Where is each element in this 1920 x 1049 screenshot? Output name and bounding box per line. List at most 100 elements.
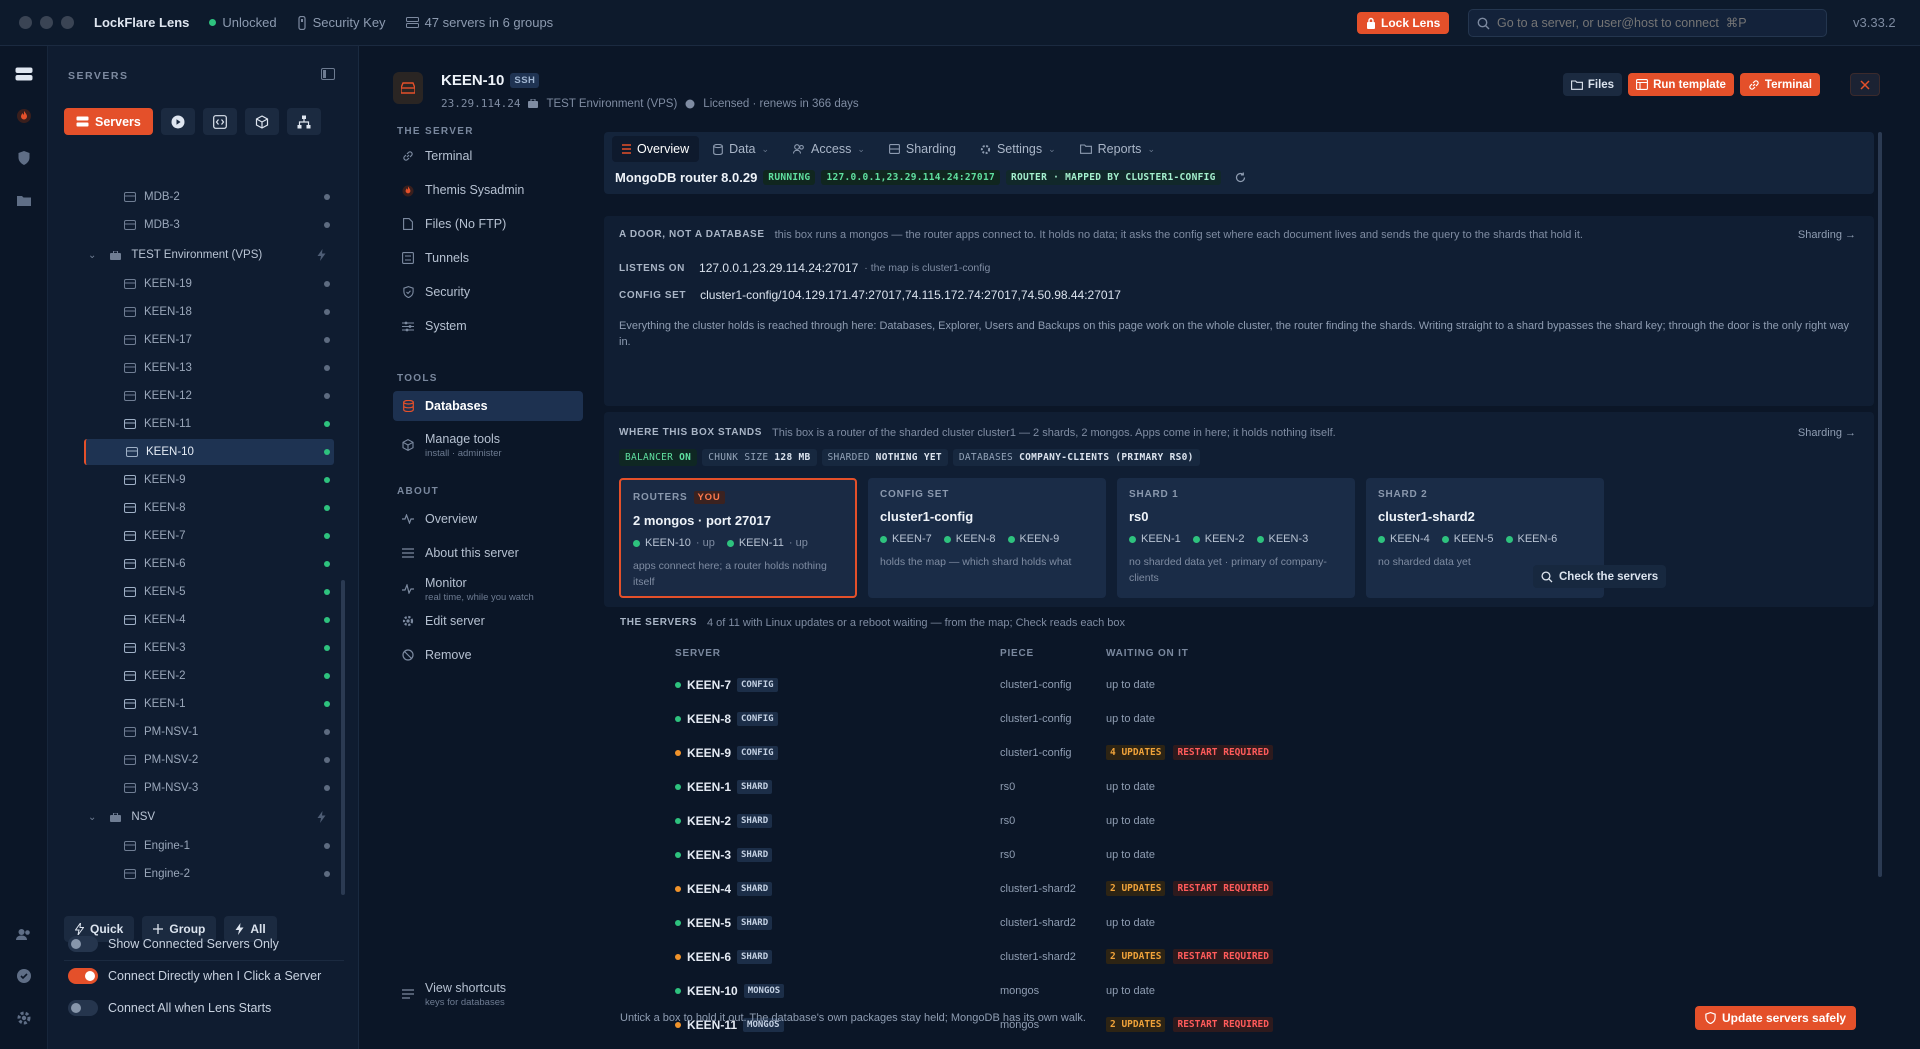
server-group[interactable]: ⌄ TEST Environment (VPS) bbox=[84, 242, 334, 268]
nav-themis-sysadmin[interactable]: Themis Sysadmin bbox=[393, 175, 583, 205]
toggle-switch[interactable] bbox=[68, 1000, 98, 1016]
tab-label: Settings bbox=[996, 142, 1043, 156]
lock-lens-button[interactable]: Lock Lens bbox=[1357, 12, 1450, 34]
collapse-sidebar-icon[interactable] bbox=[321, 68, 335, 80]
table-row[interactable]: KEEN-3 SHARD rs0 up to date bbox=[604, 838, 1804, 872]
nav-manage-tools[interactable]: Manage tools install · administer bbox=[393, 428, 583, 462]
nav-terminal[interactable]: Terminal bbox=[393, 141, 583, 171]
server-tree-item[interactable]: KEEN-4 bbox=[84, 607, 334, 633]
server-tree-item[interactable]: KEEN-6 bbox=[84, 551, 334, 577]
table-row[interactable]: KEEN-6 SHARD cluster1-shard2 2 UPDATES RESTA… bbox=[604, 940, 1804, 974]
toggle-connected-only[interactable]: Show Connected Servers Only bbox=[68, 936, 279, 952]
nav-view-shortcuts[interactable]: View shortcuts keys for databases bbox=[393, 977, 583, 1011]
sidebar-scrollbar[interactable] bbox=[341, 580, 345, 895]
nav-system[interactable]: System bbox=[393, 311, 583, 341]
tab-overview[interactable]: Overview bbox=[612, 136, 700, 162]
server-group[interactable]: ⌄ NSV bbox=[84, 804, 334, 830]
nav-overview[interactable]: Overview bbox=[393, 504, 583, 534]
server-tree-item[interactable]: KEEN-11 bbox=[84, 411, 334, 437]
update-servers-button[interactable]: Update servers safely bbox=[1695, 1006, 1857, 1030]
gear-rail-icon[interactable] bbox=[12, 1006, 36, 1030]
toggle-connect-directly[interactable]: Connect Directly when I Click a Server bbox=[68, 968, 321, 984]
tab-settings[interactable]: Settings ⌄ bbox=[970, 136, 1066, 162]
table-row[interactable]: KEEN-5 SHARD cluster1-shard2 up to date bbox=[604, 906, 1804, 940]
badge-rail-icon[interactable] bbox=[12, 964, 36, 988]
server-tree-item[interactable]: MDB-2 bbox=[84, 184, 334, 210]
table-row[interactable]: KEEN-4 SHARD cluster1-shard2 2 UPDATES RESTA… bbox=[604, 872, 1804, 906]
server-tree-item[interactable]: KEEN-5 bbox=[84, 579, 334, 605]
sharding-link[interactable]: Sharding → bbox=[1798, 229, 1856, 241]
code-tab[interactable] bbox=[202, 108, 237, 135]
server-tree-item[interactable]: KEEN-13 bbox=[84, 355, 334, 381]
search-input[interactable] bbox=[1497, 16, 1818, 30]
server-tree-item[interactable]: KEEN-7 bbox=[84, 523, 334, 549]
tab-reports[interactable]: Reports ⌄ bbox=[1070, 136, 1165, 162]
cluster-card[interactable]: SHARD 1 rs0 KEEN-1 KEEN-2 KEEN-3 no sharded d… bbox=[1117, 478, 1355, 598]
sharding-link[interactable]: Sharding → bbox=[1798, 427, 1856, 439]
nav-monitor[interactable]: Monitor real time, while you watch bbox=[393, 572, 583, 606]
server-tree-item[interactable]: PM-NSV-2 bbox=[84, 747, 334, 773]
server-tree-item[interactable]: KEEN-10 bbox=[84, 439, 334, 465]
chevron-down-icon[interactable]: ⌄ bbox=[88, 812, 96, 823]
table-row[interactable]: KEEN-7 CONFIG cluster1-config up to date bbox=[604, 668, 1804, 702]
nav-about-server[interactable]: About this server bbox=[393, 538, 583, 568]
minimize-window-button[interactable] bbox=[40, 16, 53, 29]
servers-tab[interactable]: Servers bbox=[64, 108, 153, 135]
server-tree-item[interactable]: KEEN-12 bbox=[84, 383, 334, 409]
close-button[interactable] bbox=[1850, 73, 1880, 96]
tab-access[interactable]: Access ⌄ bbox=[783, 136, 875, 162]
close-window-button[interactable] bbox=[19, 16, 32, 29]
tab-data[interactable]: Data ⌄ bbox=[703, 136, 779, 162]
toggle-switch[interactable] bbox=[68, 968, 98, 984]
server-tree-item[interactable]: MDB-3 bbox=[84, 212, 334, 238]
security-key[interactable]: Security Key bbox=[297, 15, 386, 30]
folder-rail-icon[interactable] bbox=[12, 188, 36, 212]
table-row[interactable]: KEEN-9 CONFIG cluster1-config 4 UPDATES REST… bbox=[604, 736, 1804, 770]
files-button[interactable]: Files bbox=[1562, 73, 1623, 96]
play-tab[interactable] bbox=[160, 108, 195, 135]
users-rail-icon[interactable] bbox=[12, 922, 36, 946]
nav-security[interactable]: Security bbox=[393, 277, 583, 307]
chevron-down-icon[interactable]: ⌄ bbox=[88, 250, 96, 261]
global-search[interactable] bbox=[1468, 9, 1827, 37]
server-tree-item[interactable]: KEEN-3 bbox=[84, 635, 334, 661]
nav-databases[interactable]: Databases bbox=[393, 391, 583, 421]
maximize-window-button[interactable] bbox=[61, 16, 74, 29]
server-tree-item[interactable]: PM-NSV-3 bbox=[84, 775, 334, 801]
table-row[interactable]: KEEN-2 SHARD rs0 up to date bbox=[604, 804, 1804, 838]
cluster-card[interactable]: CONFIG SET cluster1-config KEEN-7 KEEN-8 KEE… bbox=[868, 478, 1106, 598]
server-tree-item[interactable]: KEEN-8 bbox=[84, 495, 334, 521]
nav-edit-server[interactable]: Edit server bbox=[393, 606, 583, 636]
flame-rail-icon[interactable] bbox=[12, 104, 36, 128]
hierarchy-tab[interactable] bbox=[286, 108, 321, 135]
server-tree-item[interactable]: KEEN-18 bbox=[84, 299, 334, 325]
nav-remove[interactable]: Remove bbox=[393, 640, 583, 670]
flash-icon[interactable] bbox=[317, 811, 326, 823]
table-row[interactable]: KEEN-1 SHARD rs0 up to date bbox=[604, 770, 1804, 804]
servers-rail-icon[interactable] bbox=[12, 62, 36, 86]
tab-sharding[interactable]: Sharding bbox=[879, 136, 966, 162]
server-tree-item[interactable]: KEEN-19 bbox=[84, 271, 334, 297]
nav-files[interactable]: Files (No FTP) bbox=[393, 209, 583, 239]
box-tab[interactable] bbox=[244, 108, 279, 135]
server-tree-item[interactable]: KEEN-17 bbox=[84, 327, 334, 353]
server-tree-item[interactable]: Engine-2 bbox=[84, 861, 334, 887]
server-tree-item[interactable]: KEEN-9 bbox=[84, 467, 334, 493]
server-tree-item[interactable]: KEEN-2 bbox=[84, 663, 334, 689]
terminal-button[interactable]: Terminal bbox=[1739, 73, 1820, 96]
toggle-switch[interactable] bbox=[68, 936, 98, 952]
table-row[interactable]: KEEN-8 CONFIG cluster1-config up to date bbox=[604, 702, 1804, 736]
run-template-button[interactable]: Run template bbox=[1628, 73, 1734, 96]
check-servers-button[interactable]: Check the servers bbox=[1533, 565, 1667, 588]
flash-icon[interactable] bbox=[317, 249, 326, 261]
nav-tunnels[interactable]: Tunnels bbox=[393, 243, 583, 273]
server-tree-item[interactable]: KEEN-1 bbox=[84, 691, 334, 717]
main-scrollbar[interactable] bbox=[1878, 132, 1882, 877]
toggle-connect-all[interactable]: Connect All when Lens Starts bbox=[68, 1000, 271, 1016]
cluster-card[interactable]: ROUTERS YOU 2 mongos · port 27017 KEEN-10 · … bbox=[619, 478, 857, 598]
shield-rail-icon[interactable] bbox=[12, 146, 36, 170]
server-tree-item[interactable]: PM-NSV-1 bbox=[84, 719, 334, 745]
table-row[interactable]: KEEN-10 MONGOS mongos up to date bbox=[604, 974, 1804, 1008]
server-tree-item[interactable]: Engine-1 bbox=[84, 833, 334, 859]
refresh-icon[interactable] bbox=[1235, 172, 1246, 183]
